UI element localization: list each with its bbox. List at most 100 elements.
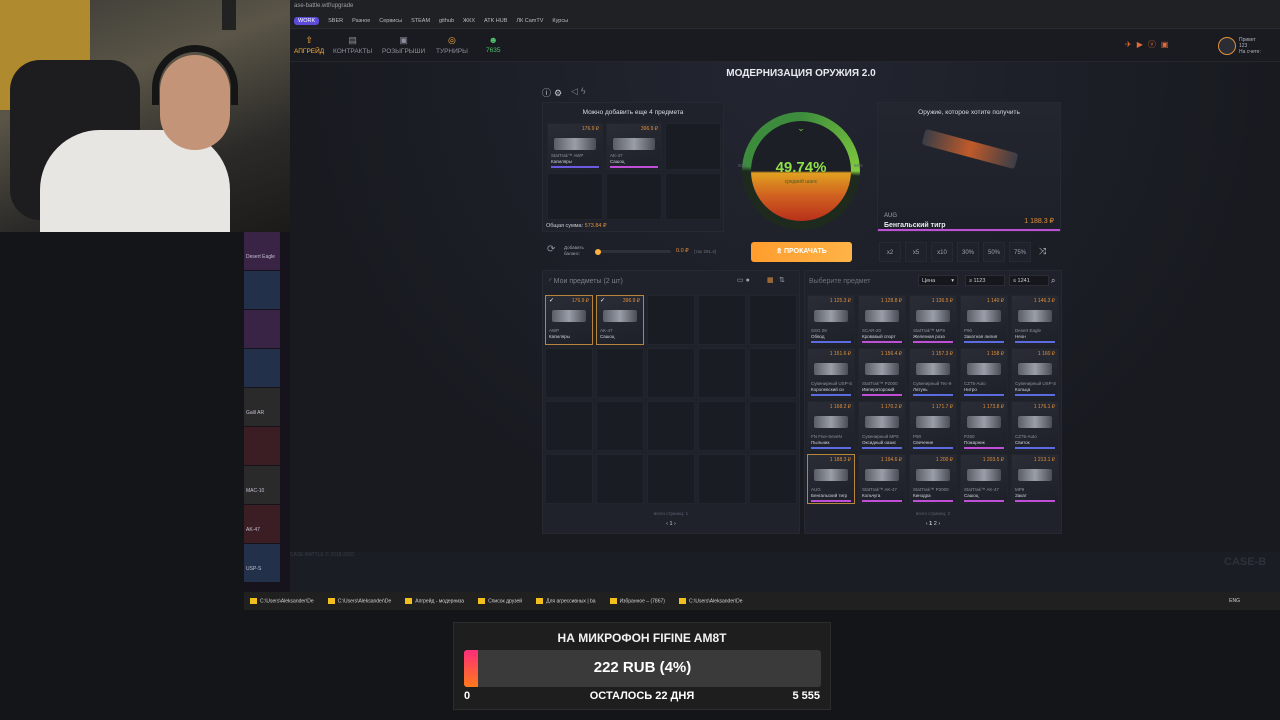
rarity-bar <box>862 447 902 449</box>
rarity-bar <box>1015 341 1055 343</box>
empty-slot <box>665 123 721 170</box>
item-card[interactable]: 396.9 ₽ AK-47 Сашоц <box>606 123 662 170</box>
rarity-bar <box>913 500 953 502</box>
search-icon[interactable]: ⌕ <box>1051 276 1055 286</box>
bookmark-item[interactable]: ЖКХ <box>463 18 475 24</box>
language-indicator[interactable]: ENG <box>1229 598 1240 604</box>
item-price: 396.9 ₽ <box>622 298 640 304</box>
taskbar-item[interactable]: Список друзей <box>478 597 522 604</box>
item-label: CZ75-Auto Свиток <box>1015 434 1037 446</box>
page-1: 1 <box>929 521 933 527</box>
inventory-title: ◜ Мои предметы (2 шт) <box>549 278 623 285</box>
sort-icon[interactable]: ⇅ <box>779 276 785 284</box>
item-label: StatTrak™ AK-47 Сашоц <box>964 487 999 499</box>
item-price: 1 194.6 ₽ <box>880 457 902 463</box>
min-price-input[interactable]: ≥ 1123 <box>965 275 1005 286</box>
item-card[interactable]: 1 157.3 ₽ Сувенирный Tec-9 Латунь <box>909 348 957 398</box>
bookmark-item[interactable]: ЛК CamTV <box>516 18 543 24</box>
bookmark-item[interactable]: Курсы <box>552 18 568 24</box>
multiplier-button[interactable]: 75% <box>1009 242 1031 262</box>
item-card[interactable]: 1 151.6 ₽ Сувенирный USP-S Королевский си <box>807 348 855 398</box>
target-weapon-image <box>921 128 1019 170</box>
item-card[interactable]: 176.9 ₽ AWP Капиляры ✓ <box>545 295 593 345</box>
sound-icon[interactable]: ◁ϟ <box>571 86 589 97</box>
nav-tournaments[interactable]: ◎ ТУРНИРЫ <box>436 35 468 55</box>
item-card[interactable]: 1 194.6 ₽ StatTrak™ AK-47 Кольчуга <box>858 454 906 504</box>
nav-online: ☻ 7635 <box>486 35 501 54</box>
balance-slider[interactable] <box>595 248 671 255</box>
social-icons[interactable]: ✈▶ⓥ▣ <box>1125 39 1173 50</box>
inventory-panel: ◜ Мои предметы (2 шт) ▭● ▦ ⇅ всего стран… <box>542 270 800 534</box>
nav-contracts[interactable]: ▤ КОНТРАКТЫ <box>333 35 372 55</box>
weapon-image <box>916 469 950 481</box>
item-price: 1 160 ₽ <box>1037 351 1055 357</box>
item-card[interactable]: 1 125.3 ₽ SSG 08 Обвод <box>807 295 855 345</box>
item-name: Сашоц <box>600 334 615 339</box>
bookmark-item[interactable]: WORK <box>294 16 320 25</box>
shuffle-icon[interactable]: ⤨ <box>1039 246 1046 257</box>
nav-upgrade[interactable]: ⇧ АПГРЕЙД <box>294 35 324 55</box>
taskbar-item[interactable]: C:\Users\Aleksander\De <box>678 597 743 604</box>
nav-giveaways[interactable]: ▣ РОЗЫГРЫШИ <box>382 35 425 55</box>
bookmark-item[interactable]: Разное <box>352 18 370 24</box>
item-card[interactable]: 396.9 ₽ AK-47 Сашоц ✓ <box>596 295 644 345</box>
multiplier-button[interactable]: x5 <box>905 242 927 262</box>
taskbar-item[interactable]: Избранное – (7867) <box>609 597 665 604</box>
item-card[interactable]: 1 170.2 ₽ Сувенирный MP5 Оксидный оазис <box>858 401 906 451</box>
bookmark-item[interactable]: ATK HUB <box>484 18 507 24</box>
target-label: Оружие, которое хотите получить <box>918 109 1020 116</box>
market-pagination[interactable]: ‹ 1 2 › <box>805 521 1061 527</box>
item-name: Кольца <box>1015 387 1031 392</box>
taskbar-item[interactable]: C:\Users\Aleksander\De <box>327 597 391 604</box>
avatar[interactable] <box>1218 37 1236 55</box>
bookmark-item[interactable]: Сервисы <box>379 18 402 24</box>
item-card[interactable]: 176.9 ₽ StatTrak™ AWP Капиляры <box>547 123 603 170</box>
multiplier-button[interactable]: x2 <box>879 242 901 262</box>
item-card[interactable]: 1 200 ₽ StatTrak™ P2000 Кинодра <box>909 454 957 504</box>
item-card[interactable]: 1 176.1 ₽ CZ75-Auto Свиток <box>1011 401 1059 451</box>
item-card[interactable]: 1 128.8 ₽ SCAR-20 Кровавый спорт <box>858 295 906 345</box>
multiplier-button[interactable]: 50% <box>983 242 1005 262</box>
item-card[interactable]: 1 188.3 ₽ AUG Бенгальский тигр <box>807 454 855 504</box>
item-card[interactable]: 1 136.5 ₽ StatTrak™ MP9 Железная роза <box>909 295 957 345</box>
item-card[interactable]: 1 140 ₽ P90 Закатная лилия <box>960 295 1008 345</box>
item-card[interactable]: 1 213.1 ₽ MP9 Закат <box>1011 454 1059 504</box>
toolbar-icons[interactable]: ⓘ⚙ <box>542 86 565 99</box>
weapon-image <box>1018 363 1052 375</box>
item-card[interactable]: 1 173.8 ₽ P250 Пожарник <box>960 401 1008 451</box>
inventory-pagination[interactable]: ‹ 1 › <box>543 521 799 527</box>
live-feed-item <box>244 349 280 387</box>
footer-copyright: CASE-BATTLE © 2018-2020 <box>290 552 355 558</box>
taskbar-item[interactable]: Апгрейд - модерниза <box>405 597 464 604</box>
bookmark-item[interactable]: github <box>439 18 454 24</box>
users-icon: ☻ <box>488 35 498 45</box>
empty-slot <box>596 348 644 398</box>
multiplier-button[interactable]: 30% <box>957 242 979 262</box>
item-card[interactable]: 1 203.5 ₽ StatTrak™ AK-47 Сашоц <box>960 454 1008 504</box>
item-card[interactable]: 1 160 ₽ Сувенирный USP-S Кольца <box>1011 348 1059 398</box>
upgrade-button[interactable]: ⇯ ПРОКАЧАТЬ <box>751 242 852 262</box>
item-card[interactable]: 1 168.2 ₽ FN Five-SeveN Пыльник <box>807 401 855 451</box>
address-bar[interactable]: ase-battle.wtf/upgrade <box>290 0 1280 13</box>
view-toggle[interactable]: ▭● <box>737 276 752 284</box>
balance-slider-thumb[interactable] <box>595 248 601 255</box>
bookmark-item[interactable]: SBER <box>328 18 343 24</box>
upgrade-icon: ⇯ <box>776 248 785 255</box>
rarity-bar <box>811 447 851 449</box>
max-price-input[interactable]: ≤ 1241 <box>1009 275 1049 286</box>
folder-icon <box>250 597 257 604</box>
item-card[interactable]: 1 171.7 ₽ P90 Свечение <box>909 401 957 451</box>
taskbar-item[interactable]: Для агрессивных | ba <box>536 597 596 604</box>
item-card[interactable]: 1 158 ₽ CZ75-Auto Нитро <box>960 348 1008 398</box>
item-label: Сувенирный Tec-9 Латунь <box>913 381 951 393</box>
multiplier-button[interactable]: x10 <box>931 242 953 262</box>
sort-select[interactable]: Цена ▾ <box>918 275 958 286</box>
taskbar-item[interactable]: C:\Users\Aleksander\De <box>250 597 314 604</box>
item-label: StatTrak™ AK-47 Кольчуга <box>862 487 897 499</box>
item-card[interactable]: 1 156.4 ₽ StatTrak™ P2000 Императорский <box>858 348 906 398</box>
bookmark-item[interactable]: STEAM <box>411 18 430 24</box>
item-card[interactable]: 1 146.3 ₽ Desert Eagle Неон <box>1011 295 1059 345</box>
profile-info[interactable]: Привет 123 На счете: <box>1239 37 1261 55</box>
grid-view-icon[interactable]: ▦ <box>767 276 774 284</box>
rarity-bar <box>1015 394 1055 396</box>
